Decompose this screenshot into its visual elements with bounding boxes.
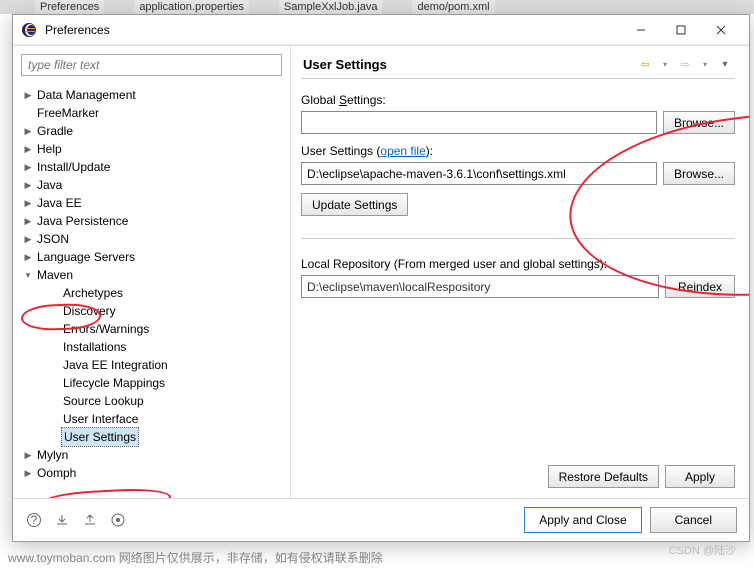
- global-settings-input[interactable]: [301, 111, 657, 134]
- tree-item-discovery[interactable]: Discovery: [19, 302, 290, 320]
- minimize-button[interactable]: [621, 18, 661, 42]
- tree-item-install-update[interactable]: ▶Install/Update: [19, 158, 290, 176]
- tree-item-user-interface[interactable]: User Interface: [19, 410, 290, 428]
- caret-icon: ▶: [21, 140, 35, 158]
- tree-item-label: Errors/Warnings: [61, 320, 151, 338]
- restore-defaults-button[interactable]: Restore Defaults: [548, 465, 659, 488]
- caret-icon: ▶: [21, 122, 35, 140]
- tree-item-java-ee-integration[interactable]: Java EE Integration: [19, 356, 290, 374]
- tree-item-label: Data Management: [35, 86, 138, 104]
- caret-icon: ▶: [21, 158, 35, 176]
- right-panel: User Settings ⇦ ▾ ⇨ ▾ ▾ Global Settings:…: [291, 46, 749, 498]
- reindex-button[interactable]: Reindex: [665, 275, 735, 298]
- back-menu-icon[interactable]: ▾: [657, 56, 673, 72]
- caret-icon: ▶: [21, 248, 35, 266]
- caret-icon: ▶: [21, 212, 35, 230]
- tree-item-label: JSON: [35, 230, 71, 248]
- oomph-icon[interactable]: [109, 511, 127, 529]
- tree-item-label: Install/Update: [35, 158, 112, 176]
- tree-item-language-servers[interactable]: ▶Language Servers: [19, 248, 290, 266]
- tree-item-help[interactable]: ▶Help: [19, 140, 290, 158]
- import-icon[interactable]: [53, 511, 71, 529]
- caret-icon: ▾: [21, 266, 35, 284]
- close-button[interactable]: [701, 18, 741, 42]
- tree-item-json[interactable]: ▶JSON: [19, 230, 290, 248]
- left-panel: ▶Data ManagementFreeMarker▶Gradle▶Help▶I…: [13, 46, 291, 498]
- apply-button[interactable]: Apply: [665, 465, 735, 488]
- tree-item-mylyn[interactable]: ▶Mylyn: [19, 446, 290, 464]
- tree-item-label: Mylyn: [35, 446, 70, 464]
- help-icon[interactable]: ?: [25, 511, 43, 529]
- tree-item-label: Oomph: [35, 464, 78, 482]
- tree-item-installations[interactable]: Installations: [19, 338, 290, 356]
- tree-item-label: Source Lookup: [61, 392, 146, 410]
- filter-input[interactable]: [21, 54, 282, 76]
- caret-icon: ▶: [21, 176, 35, 194]
- caret-icon: ▶: [21, 230, 35, 248]
- update-settings-button[interactable]: Update Settings: [301, 193, 408, 216]
- editor-tabs-background: Preferences application.properties Sampl…: [0, 0, 754, 14]
- tree-item-gradle[interactable]: ▶Gradle: [19, 122, 290, 140]
- tree-item-java[interactable]: ▶Java: [19, 176, 290, 194]
- tree-item-archetypes[interactable]: Archetypes: [19, 284, 290, 302]
- tree-item-source-lookup[interactable]: Source Lookup: [19, 392, 290, 410]
- page-title: User Settings: [303, 57, 637, 72]
- tree-item-label: Maven: [35, 266, 75, 284]
- svg-text:?: ?: [31, 513, 38, 527]
- cancel-button[interactable]: Cancel: [650, 507, 737, 533]
- apply-and-close-button[interactable]: Apply and Close: [524, 507, 641, 533]
- tree-item-java-ee[interactable]: ▶Java EE: [19, 194, 290, 212]
- tree-item-label: Java: [35, 176, 64, 194]
- maximize-button[interactable]: [661, 18, 701, 42]
- local-repo-label: Local Repository (From merged user and g…: [301, 257, 735, 271]
- background-footer: www.toymoban.com 网络图片仅供展示，非存储，如有侵权请联系删除: [0, 547, 754, 568]
- export-icon[interactable]: [81, 511, 99, 529]
- global-settings-label: Global Settings:: [301, 93, 735, 107]
- tree-item-lifecycle-mappings[interactable]: Lifecycle Mappings: [19, 374, 290, 392]
- tree-item-user-settings[interactable]: User Settings: [19, 428, 290, 446]
- tree-item-label: Java EE Integration: [61, 356, 170, 374]
- tree-item-label: FreeMarker: [35, 104, 101, 122]
- local-repo-input[interactable]: [301, 275, 659, 298]
- caret-icon: ▶: [21, 464, 35, 482]
- user-browse-button[interactable]: Browse...: [663, 162, 735, 185]
- tree-item-java-persistence[interactable]: ▶Java Persistence: [19, 212, 290, 230]
- tree-item-label: Language Servers: [35, 248, 137, 266]
- user-settings-input[interactable]: [301, 162, 657, 185]
- user-settings-label: User Settings (open file):: [301, 144, 735, 158]
- view-menu-icon[interactable]: ▾: [717, 56, 733, 72]
- tree-item-oomph[interactable]: ▶Oomph: [19, 464, 290, 482]
- dialog-title: Preferences: [45, 23, 621, 37]
- tree-item-maven[interactable]: ▾Maven: [19, 266, 290, 284]
- tree-item-errors-warnings[interactable]: Errors/Warnings: [19, 320, 290, 338]
- tree-item-label: User Settings: [61, 427, 139, 447]
- back-icon[interactable]: ⇦: [637, 56, 653, 72]
- titlebar: Preferences: [13, 15, 749, 45]
- tree-item-label: Archetypes: [61, 284, 125, 302]
- tree-item-label: Discovery: [61, 302, 118, 320]
- preferences-tree[interactable]: ▶Data ManagementFreeMarker▶Gradle▶Help▶I…: [13, 84, 290, 498]
- tree-item-label: Lifecycle Mappings: [61, 374, 167, 392]
- forward-menu-icon[interactable]: ▾: [697, 56, 713, 72]
- tree-item-label: Installations: [61, 338, 128, 356]
- tree-item-label: Help: [35, 140, 64, 158]
- tree-item-label: Java Persistence: [35, 212, 130, 230]
- tree-item-label: Gradle: [35, 122, 75, 140]
- tree-item-freemarker[interactable]: FreeMarker: [19, 104, 290, 122]
- eclipse-icon: [21, 22, 37, 38]
- dialog-footer: ? Apply and Close Cancel: [13, 498, 749, 541]
- caret-icon: ▶: [21, 86, 35, 104]
- preferences-dialog: Preferences ▶Data ManagementFreeMarker▶G…: [12, 14, 750, 542]
- forward-icon[interactable]: ⇨: [677, 56, 693, 72]
- divider: [301, 238, 735, 239]
- tree-item-label: Java EE: [35, 194, 84, 212]
- open-file-link[interactable]: open file: [380, 144, 425, 158]
- caret-icon: ▶: [21, 194, 35, 212]
- global-browse-button[interactable]: Browse...: [663, 111, 735, 134]
- caret-icon: ▶: [21, 446, 35, 464]
- tree-item-data-management[interactable]: ▶Data Management: [19, 86, 290, 104]
- tree-item-label: User Interface: [61, 410, 140, 428]
